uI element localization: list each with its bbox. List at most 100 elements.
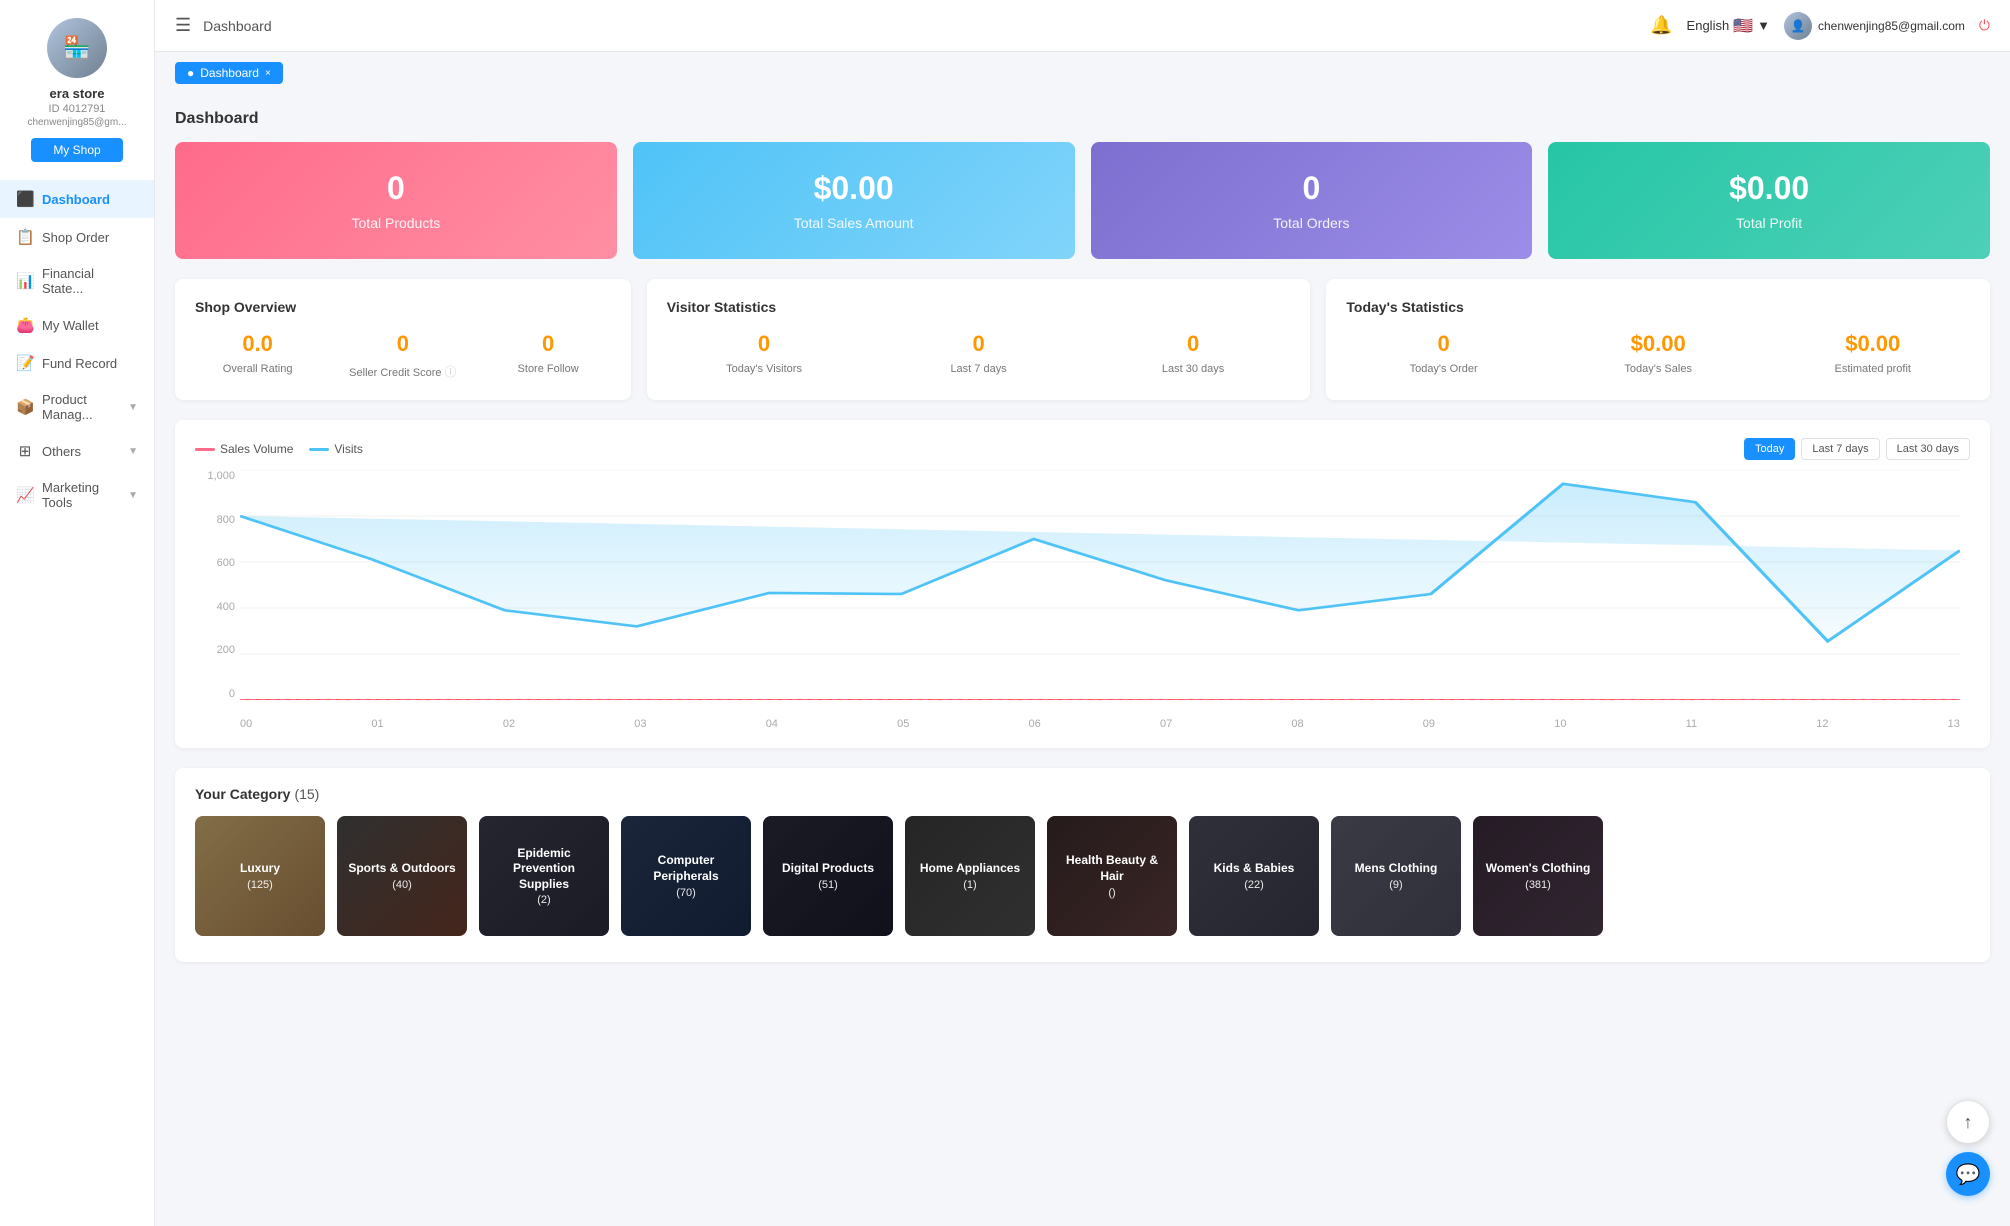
category-name-epidemic: Epidemic Prevention Supplies <box>487 846 601 893</box>
avatar: 🏪 <box>47 18 107 78</box>
total-orders-value: 0 <box>1111 170 1513 207</box>
category-card-sports[interactable]: Sports & Outdoors (40) <box>337 816 467 936</box>
chart-x-axis: 00 01 02 03 04 05 06 07 08 09 10 11 12 1… <box>240 718 1960 730</box>
stat-card-total-orders: 0 Total Orders <box>1091 142 1533 259</box>
x-label-12: 12 <box>1816 718 1828 730</box>
x-label-10: 10 <box>1554 718 1566 730</box>
category-overlay-health: Health Beauty & Hair () <box>1047 816 1177 936</box>
todays-visitors-stat: 0 Today's Visitors <box>667 331 862 375</box>
language-selector[interactable]: English 🇺🇸 ▼ <box>1687 16 1770 36</box>
category-card-mens-clothing[interactable]: Mens Clothing (9) <box>1331 816 1461 936</box>
sidebar-item-label: Product Manag... <box>42 392 120 422</box>
category-overlay-computer: Computer Peripherals (70) <box>621 816 751 936</box>
total-products-label: Total Products <box>195 215 597 231</box>
stat-card-total-profit: $0.00 Total Profit <box>1548 142 1990 259</box>
category-overlay-luxury: Luxury (125) <box>195 816 325 936</box>
total-sales-value: $0.00 <box>653 170 1055 207</box>
visitor-stats-title: Visitor Statistics <box>667 299 1291 315</box>
sidebar-item-label: Others <box>42 444 81 459</box>
total-products-value: 0 <box>195 170 597 207</box>
user-menu[interactable]: 👤 chenwenjing85@gmail.com <box>1784 12 1965 40</box>
seller-credit-stat: 0 Seller Credit Score ⓘ <box>340 331 465 380</box>
y-label-0: 0 <box>195 688 235 700</box>
stats-cards: 0 Total Products $0.00 Total Sales Amoun… <box>175 142 1990 259</box>
legend-visits-label: Visits <box>334 442 362 456</box>
logout-icon[interactable]: ⏻ <box>1979 17 1990 34</box>
x-label-08: 08 <box>1291 718 1303 730</box>
topbar-title: Dashboard <box>203 18 1638 34</box>
category-count-epidemic: (2) <box>537 894 550 906</box>
last7-button[interactable]: Last 7 days <box>1801 438 1879 460</box>
last30-button[interactable]: Last 30 days <box>1886 438 1970 460</box>
category-overlay-womens: Women's Clothing (381) <box>1473 816 1603 936</box>
x-label-00: 00 <box>240 718 252 730</box>
todays-visitors-label: Today's Visitors <box>667 363 862 375</box>
seller-credit-label: Seller Credit Score ⓘ <box>340 363 465 380</box>
content-area: Dashboard 0 Total Products $0.00 Total S… <box>155 94 2010 1226</box>
category-scroll[interactable]: Luxury (125) Sports & Outdoors (40) Epid… <box>195 816 1970 944</box>
last-7-days-value: 0 <box>881 331 1076 357</box>
sidebar-item-fund-record[interactable]: 📝 Fund Record <box>0 344 154 382</box>
chevron-down-icon: ▼ <box>1757 18 1770 33</box>
x-label-03: 03 <box>634 718 646 730</box>
bell-icon[interactable]: 🔔 <box>1650 15 1672 36</box>
visitor-stats-panel: Visitor Statistics 0 Today's Visitors 0 … <box>647 279 1311 400</box>
estimated-profit-label: Estimated profit <box>1775 363 1970 375</box>
today-button[interactable]: Today <box>1744 438 1795 460</box>
sidebar-item-label: My Wallet <box>42 318 99 333</box>
store-name: era store <box>50 86 105 101</box>
store-follow-label: Store Follow <box>486 363 611 375</box>
breadcrumb: ● Dashboard × <box>175 62 283 84</box>
user-avatar: 👤 <box>1784 12 1812 40</box>
sidebar-item-others[interactable]: ⊞ Others ▼ <box>0 432 154 470</box>
wallet-icon: 👛 <box>16 316 34 334</box>
category-card-computer[interactable]: Computer Peripherals (70) <box>621 816 751 936</box>
chart-section: Sales Volume Visits Today Last 7 days La… <box>175 420 1990 748</box>
category-card-womens-clothing[interactable]: Women's Clothing (381) <box>1473 816 1603 936</box>
total-profit-value: $0.00 <box>1568 170 1970 207</box>
x-label-02: 02 <box>503 718 515 730</box>
category-overlay-kids: Kids & Babies (22) <box>1189 816 1319 936</box>
visits-line-indicator <box>309 448 329 451</box>
category-overlay-mens: Mens Clothing (9) <box>1331 816 1461 936</box>
category-count-sports: (40) <box>392 879 412 891</box>
chevron-down-icon: ▼ <box>128 402 138 413</box>
chat-button[interactable]: 💬 <box>1946 1152 1990 1196</box>
overall-rating-stat: 0.0 Overall Rating <box>195 331 320 375</box>
breadcrumb-label: Dashboard <box>200 66 259 80</box>
sidebar-item-shop-order[interactable]: 📋 Shop Order <box>0 218 154 256</box>
sidebar-item-dashboard[interactable]: ⬛ Dashboard <box>0 180 154 218</box>
sidebar-nav: ⬛ Dashboard 📋 Shop Order 📊 Financial Sta… <box>0 180 154 520</box>
category-section: Your Category (15) Luxury (125) Sports &… <box>175 768 1990 962</box>
category-name-home: Home Appliances <box>920 861 1020 877</box>
store-follow-value: 0 <box>486 331 611 357</box>
sidebar-item-financial-state[interactable]: 📊 Financial State... <box>0 256 154 306</box>
category-count-digital: (51) <box>818 879 838 891</box>
category-card-epidemic[interactable]: Epidemic Prevention Supplies (2) <box>479 816 609 936</box>
sidebar-item-my-wallet[interactable]: 👛 My Wallet <box>0 306 154 344</box>
category-count-mens: (9) <box>1389 879 1402 891</box>
legend-sales-label: Sales Volume <box>220 442 293 456</box>
menu-icon[interactable]: ☰ <box>175 15 191 36</box>
scroll-up-button[interactable]: ↑ <box>1946 1100 1990 1144</box>
close-icon[interactable]: × <box>265 68 271 79</box>
category-count: (15) <box>294 786 319 802</box>
x-label-06: 06 <box>1029 718 1041 730</box>
sidebar-item-marketing-tools[interactable]: 📈 Marketing Tools ▼ <box>0 470 154 520</box>
category-header: Your Category (15) <box>195 786 1970 802</box>
category-card-home-appliances[interactable]: Home Appliances (1) <box>905 816 1035 936</box>
x-label-01: 01 <box>371 718 383 730</box>
sidebar-item-product-manag[interactable]: 📦 Product Manag... ▼ <box>0 382 154 432</box>
category-card-kids-babies[interactable]: Kids & Babies (22) <box>1189 816 1319 936</box>
category-card-digital[interactable]: Digital Products (51) <box>763 816 893 936</box>
overview-panels: Shop Overview 0.0 Overall Rating 0 Selle… <box>175 279 1990 400</box>
category-card-luxury[interactable]: Luxury (125) <box>195 816 325 936</box>
category-card-health-beauty[interactable]: Health Beauty & Hair () <box>1047 816 1177 936</box>
todays-order-value: 0 <box>1346 331 1541 357</box>
my-shop-button[interactable]: My Shop <box>31 138 122 162</box>
stat-card-total-products: 0 Total Products <box>175 142 617 259</box>
user-email: chenwenjing85@gmail.com <box>1818 19 1965 33</box>
sidebar-item-label: Financial State... <box>42 266 138 296</box>
category-overlay-epidemic: Epidemic Prevention Supplies (2) <box>479 816 609 936</box>
sidebar-item-label: Fund Record <box>42 356 117 371</box>
